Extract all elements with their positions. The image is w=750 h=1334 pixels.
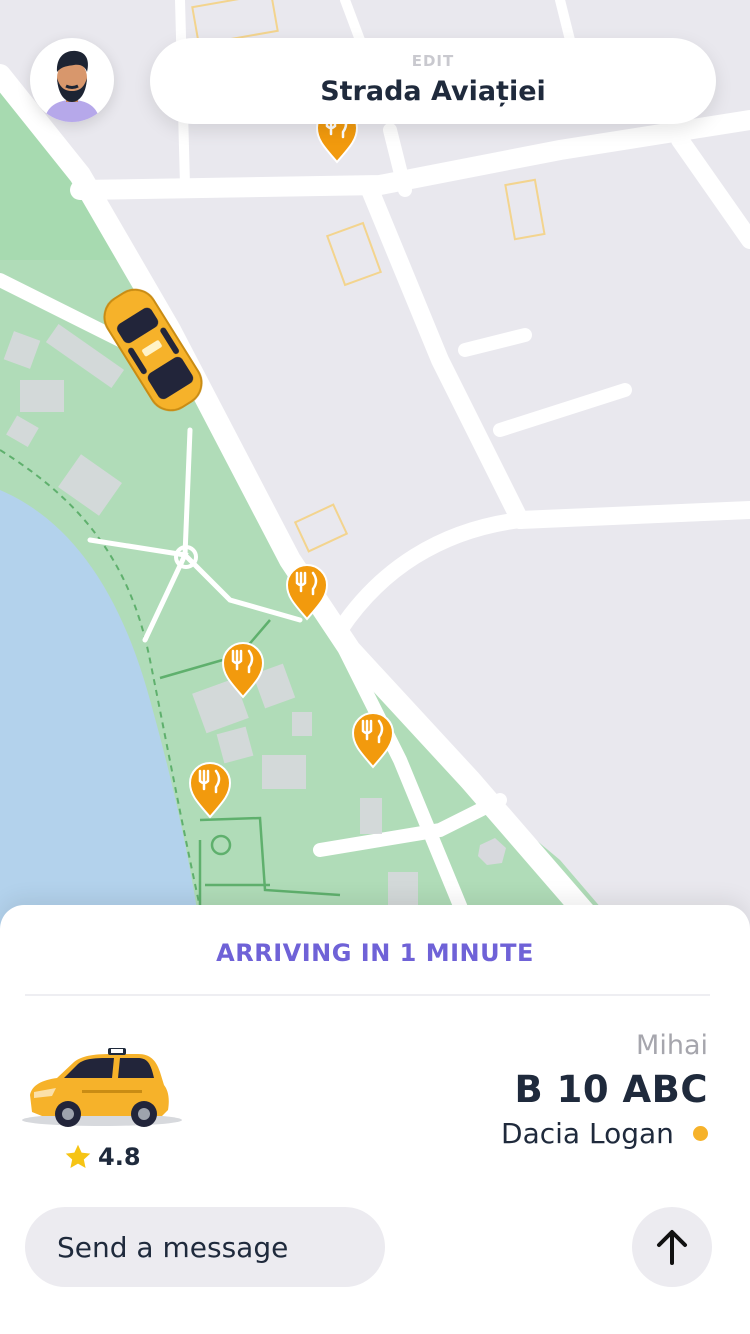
taxi-car-image (12, 1040, 182, 1135)
license-plate: B 10 ABC (514, 1068, 708, 1111)
car-model: Dacia Logan (501, 1117, 674, 1150)
address-bar[interactable]: EDIT Strada Aviației (150, 38, 716, 124)
ride-info-sheet: ARRIVING IN 1 MINUTE 4.8 Mihai B 10 ABC … (0, 905, 750, 1334)
status-dot (693, 1126, 708, 1141)
send-button[interactable] (632, 1207, 712, 1287)
edit-label[interactable]: EDIT (150, 52, 716, 70)
car-model-row: Dacia Logan (501, 1117, 708, 1153)
map[interactable] (0, 0, 750, 930)
rating-value: 4.8 (98, 1143, 141, 1171)
pickup-address: Strada Aviației (320, 76, 546, 107)
avatar[interactable] (30, 38, 114, 122)
divider (25, 994, 710, 996)
message-input[interactable] (25, 1207, 385, 1287)
arrival-status: ARRIVING IN 1 MINUTE (216, 939, 534, 967)
driver-name: Mihai (636, 1030, 708, 1061)
arrow-up-icon (657, 1230, 687, 1265)
star-icon (65, 1144, 91, 1168)
